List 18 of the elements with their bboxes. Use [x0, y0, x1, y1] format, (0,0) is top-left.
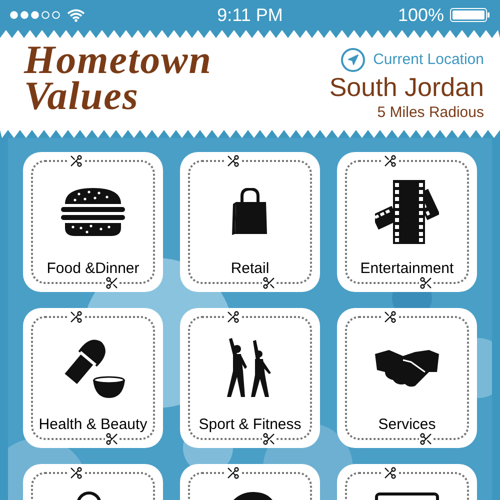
- category-tile[interactable]: Retail: [180, 152, 320, 292]
- battery-percentage: 100%: [398, 4, 444, 26]
- category-tile[interactable]: Health & Beauty: [23, 308, 163, 448]
- category-tile[interactable]: Sport & Fitness: [180, 308, 320, 448]
- city-name: South Jordan: [329, 72, 484, 102]
- category-label: Sport & Fitness: [198, 415, 302, 435]
- category-label: Health & Beauty: [38, 415, 148, 435]
- category-tile[interactable]: Entertainment: [337, 152, 477, 292]
- logo-text: Hometown: [24, 42, 212, 78]
- category-label: Entertainment: [360, 259, 454, 279]
- logo-text: Values: [24, 78, 139, 114]
- status-time: 9:11 PM: [217, 4, 283, 26]
- category-label: Retail: [230, 259, 270, 279]
- category-label: Services: [378, 415, 436, 435]
- radius-text: 5 Miles Radious: [377, 103, 484, 123]
- category-tile[interactable]: Services: [337, 308, 477, 448]
- category-tile[interactable]: Food &Dinner: [23, 152, 163, 292]
- category-label: Food &Dinner: [46, 259, 140, 279]
